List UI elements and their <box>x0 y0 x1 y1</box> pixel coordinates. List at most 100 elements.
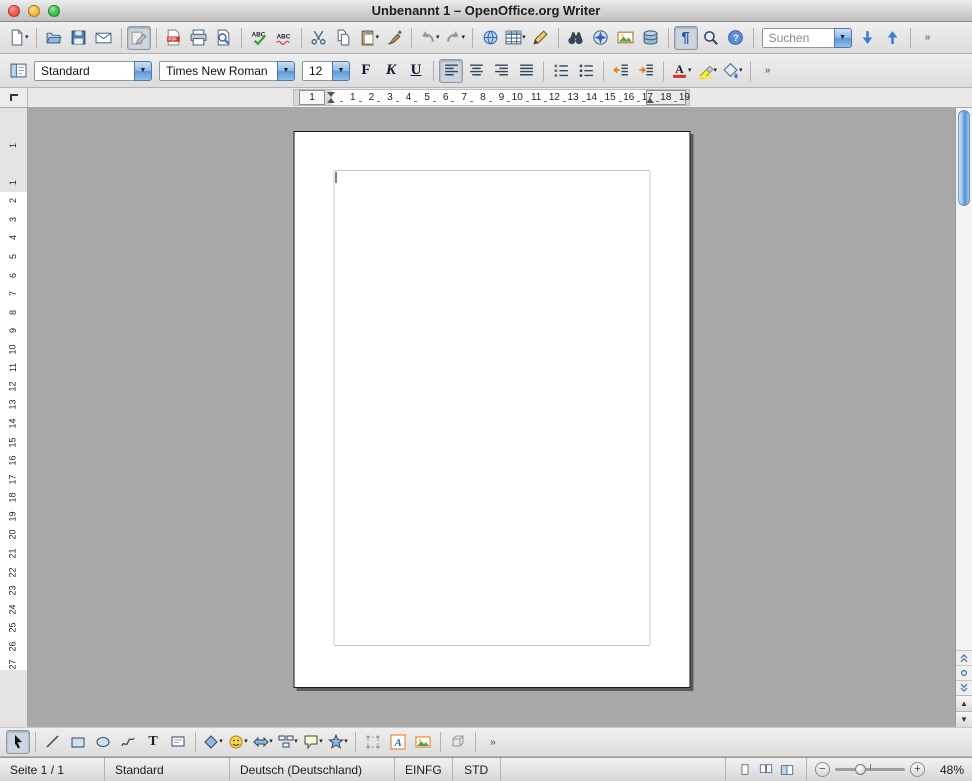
font-name-combobox[interactable]: Times New Roman ▼ <box>159 61 295 81</box>
align-right-button[interactable] <box>489 59 513 83</box>
single-page-view-button[interactable] <box>736 761 754 779</box>
freeform-line-tool-button[interactable] <box>116 730 140 754</box>
edit-points-button[interactable] <box>361 730 385 754</box>
close-window-button[interactable] <box>8 5 20 17</box>
insert-table-button[interactable]: ▾ <box>503 26 528 50</box>
zoom-slider[interactable] <box>835 768 905 771</box>
multi-page-view-button[interactable] <box>757 761 775 779</box>
rectangle-tool-button[interactable] <box>66 730 90 754</box>
book-view-button[interactable] <box>778 761 796 779</box>
zoom-button[interactable] <box>699 26 723 50</box>
text-frame-tool-button[interactable] <box>166 730 190 754</box>
left-indent-marker[interactable] <box>327 98 335 103</box>
block-arrows-dropdown-icon[interactable]: ▾ <box>269 730 273 754</box>
vertical-scrollbar-thumb[interactable] <box>958 110 970 206</box>
extrusion-toggle-button[interactable] <box>446 730 470 754</box>
find-next-button[interactable] <box>856 26 880 50</box>
toolbar-overflow-button[interactable]: » <box>916 26 940 50</box>
paste-dropdown-icon[interactable]: ▾ <box>376 26 380 50</box>
align-left-button[interactable] <box>439 59 463 83</box>
block-arrows-button[interactable]: ▾ <box>251 730 275 754</box>
insert-mode-cell[interactable]: EINFG <box>395 758 453 781</box>
formatting-marks-button[interactable]: ¶ <box>674 26 698 50</box>
previous-page-button[interactable] <box>956 650 972 665</box>
basic-shapes-dropdown-icon[interactable]: ▾ <box>219 730 223 754</box>
font-size-dropdown-button[interactable]: ▼ <box>332 61 350 81</box>
cut-button[interactable] <box>307 26 331 50</box>
zoom-out-button[interactable]: − <box>815 762 830 777</box>
zoom-window-button[interactable] <box>48 5 60 17</box>
page-number-cell[interactable]: Seite 1 / 1 <box>0 758 105 781</box>
save-button[interactable] <box>67 26 91 50</box>
format-paintbrush-button[interactable] <box>382 26 406 50</box>
email-button[interactable] <box>92 26 116 50</box>
bullet-list-button[interactable] <box>574 59 598 83</box>
ellipse-tool-button[interactable] <box>91 730 115 754</box>
font-color-dropdown-icon[interactable]: ▾ <box>688 59 692 83</box>
insert-picture-button[interactable] <box>411 730 435 754</box>
flowchart-dropdown-icon[interactable]: ▾ <box>294 730 298 754</box>
scroll-up-button[interactable]: ▲ <box>956 695 972 711</box>
underline-button[interactable]: U <box>404 59 428 83</box>
line-tool-button[interactable] <box>41 730 65 754</box>
search-dropdown-button[interactable]: ▼ <box>834 28 852 48</box>
select-tool-button[interactable] <box>6 730 30 754</box>
font-name-dropdown-button[interactable]: ▼ <box>277 61 295 81</box>
spellcheck-button[interactable]: ABC <box>247 26 271 50</box>
page-preview-button[interactable] <box>212 26 236 50</box>
right-indent-marker[interactable] <box>646 98 654 103</box>
vertical-scrollbar[interactable]: ▲ ▼ <box>955 108 972 727</box>
show-draw-functions-button[interactable] <box>529 26 553 50</box>
background-color-dropdown-icon[interactable]: ▾ <box>739 59 743 83</box>
callouts-dropdown-icon[interactable]: ▾ <box>319 730 323 754</box>
find-replace-button[interactable] <box>564 26 588 50</box>
text-boundaries[interactable] <box>333 170 650 646</box>
vertical-ruler[interactable]: 1123456789101112131415161718192021222324… <box>0 108 28 727</box>
first-line-indent-marker[interactable] <box>327 92 335 97</box>
align-center-button[interactable] <box>464 59 488 83</box>
data-sources-button[interactable] <box>639 26 663 50</box>
callouts-button[interactable]: ▾ <box>301 730 325 754</box>
open-button[interactable] <box>42 26 66 50</box>
gallery-button[interactable] <box>614 26 638 50</box>
stars-dropdown-icon[interactable]: ▾ <box>344 730 348 754</box>
zoom-in-button[interactable]: + <box>910 762 925 777</box>
undo-dropdown-icon[interactable]: ▾ <box>436 26 440 50</box>
paste-button[interactable]: ▾ <box>357 26 382 50</box>
italic-button[interactable]: K <box>379 59 403 83</box>
search-input[interactable]: Suchen <box>762 28 834 48</box>
export-pdf-button[interactable]: PDF <box>162 26 186 50</box>
stars-button[interactable]: ▾ <box>326 730 350 754</box>
scroll-down-button[interactable]: ▼ <box>956 711 972 727</box>
increase-indent-button[interactable] <box>634 59 658 83</box>
align-justify-button[interactable] <box>514 59 538 83</box>
font-size-combobox[interactable]: 12 ▼ <box>302 61 350 81</box>
help-button[interactable]: ? <box>724 26 748 50</box>
font-color-button[interactable]: A ▾ <box>669 59 694 83</box>
flowchart-button[interactable]: ▾ <box>276 730 300 754</box>
bold-button[interactable]: F <box>354 59 378 83</box>
basic-shapes-button[interactable]: ▾ <box>201 730 225 754</box>
navigation-button[interactable] <box>956 665 972 680</box>
document-page[interactable] <box>293 131 690 688</box>
page-style-cell[interactable]: Standard <box>105 758 230 781</box>
font-size-value[interactable]: 12 <box>302 61 332 81</box>
horizontal-ruler[interactable]: 1 12345678910111213141516171819 <box>293 89 690 106</box>
selection-mode-cell[interactable]: STD <box>453 758 501 781</box>
edit-file-button[interactable] <box>127 26 151 50</box>
find-previous-button[interactable] <box>881 26 905 50</box>
paragraph-style-value[interactable]: Standard <box>34 61 134 81</box>
auto-spellcheck-button[interactable]: ABC <box>272 26 296 50</box>
print-button[interactable] <box>187 26 211 50</box>
tab-stop-selector[interactable] <box>0 88 28 107</box>
zoom-percentage[interactable]: 48% <box>930 763 964 777</box>
search-combobox[interactable]: Suchen ▼ <box>762 28 852 48</box>
document-canvas[interactable] <box>28 108 955 727</box>
paragraph-style-combobox[interactable]: Standard ▼ <box>34 61 152 81</box>
copy-button[interactable] <box>332 26 356 50</box>
highlighting-dropdown-icon[interactable]: ▾ <box>714 59 718 83</box>
redo-dropdown-icon[interactable]: ▾ <box>462 26 466 50</box>
toolbar-overflow-button[interactable]: » <box>756 59 780 83</box>
numbered-list-button[interactable] <box>549 59 573 83</box>
paragraph-style-dropdown-button[interactable]: ▼ <box>134 61 152 81</box>
